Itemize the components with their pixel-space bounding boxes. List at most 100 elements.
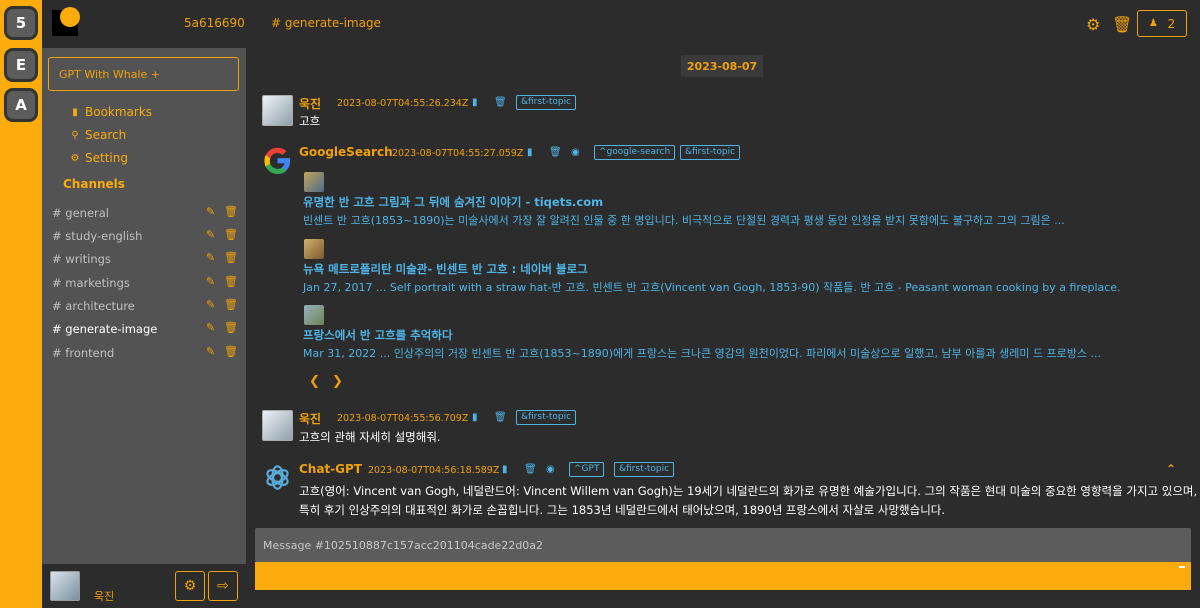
trash-icon[interactable]: 🗑 — [494, 97, 507, 108]
nav-bookmarks[interactable]: ▮ Bookmarks — [70, 105, 152, 119]
message-item: 욱진 2023-08-07T04:55:26.234Z ▮ 🗑 &first-t… — [262, 95, 1192, 129]
search-icon: ⚲ — [71, 129, 79, 141]
result-thumbnail[interactable] — [304, 172, 324, 192]
message-timestamp: 2023-08-07T04:55:26.234Z — [337, 98, 469, 109]
channel-item-general[interactable]: # general ✎ 🗑 — [52, 204, 238, 222]
minimize-icon[interactable] — [1179, 566, 1185, 568]
message-author[interactable]: GoogleSearch — [299, 145, 393, 159]
channel-header: # generate-image ⚙ 🗑 ♟ 2 — [246, 0, 1200, 48]
trash-icon[interactable]: 🗑 — [224, 298, 238, 311]
search-result-desc: 빈센트 반 고흐(1853~1890)는 미술사에서 가장 잘 알려진 인물 중… — [303, 214, 1065, 227]
edit-icon[interactable]: ✎ — [206, 345, 215, 358]
channels-title: Channels — [63, 177, 125, 191]
user-panel: 욱진 ⚙ ⇨ — [42, 564, 246, 608]
message-text: 고흐 — [299, 114, 321, 128]
bot-tag[interactable]: ^google-search — [594, 145, 676, 160]
trash-icon[interactable]: 🗑 — [224, 321, 238, 334]
channel-item-study-english[interactable]: # study-english ✎ 🗑 — [52, 227, 238, 245]
channel-item-architecture[interactable]: # architecture ✎ 🗑 — [52, 297, 238, 315]
channel-item-frontend[interactable]: # frontend ✎ 🗑 — [52, 344, 238, 362]
channel-item-writings[interactable]: # writings ✎ 🗑 — [52, 250, 238, 268]
topic-tag[interactable]: &first-topic — [516, 95, 577, 110]
avatar[interactable] — [50, 571, 80, 601]
gear-icon: ⚙ — [183, 578, 197, 594]
bookmark-icon[interactable]: ▮ — [502, 464, 508, 475]
edit-icon[interactable]: ✎ — [206, 251, 215, 264]
user-id: 5a616690 — [184, 16, 245, 30]
nav-setting[interactable]: ⚙ Setting — [70, 151, 128, 165]
edit-icon[interactable]: ✎ — [206, 298, 215, 311]
bookmark-icon[interactable]: ▮ — [472, 97, 478, 108]
message-author[interactable]: Chat-GPT — [299, 462, 362, 476]
edit-icon[interactable]: ✎ — [206, 321, 215, 334]
date-divider: 2023-08-07 — [681, 55, 763, 77]
gpt-with-whale-button[interactable]: GPT With Whale + — [48, 57, 239, 91]
trash-icon[interactable]: 🗑 — [224, 251, 238, 264]
sidebar-header: 5a616690 — [42, 0, 246, 48]
edit-icon[interactable]: ✎ — [206, 228, 215, 241]
settings-button[interactable]: ⚙ — [175, 571, 205, 601]
avatar[interactable] — [262, 95, 293, 126]
message-item: Chat-GPT 2023-08-07T04:56:18.589Z ▮ 🗑 ◉ … — [262, 462, 1197, 522]
channel-title: # generate-image — [271, 16, 381, 30]
channel-item-marketings[interactable]: # marketings ✎ 🗑 — [52, 274, 238, 292]
search-result-title[interactable]: 프랑스에서 반 고흐를 추억하다 — [303, 327, 453, 343]
app-logo-icon[interactable] — [52, 7, 80, 36]
trash-icon[interactable]: 🗑 — [524, 464, 537, 475]
search-result-title[interactable]: 뉴욕 메트로폴리탄 미술관- 빈센트 반 고흐 : 네이버 블로그 — [303, 261, 588, 277]
chevron-right-icon[interactable]: ❯ — [332, 374, 343, 389]
send-bar[interactable] — [255, 562, 1191, 590]
message-text: 고흐(영어: Vincent van Gogh, 네덜란드어: Vincent … — [299, 484, 1198, 498]
result-thumbnail[interactable] — [304, 305, 324, 325]
bookmark-icon: ▮ — [72, 106, 78, 118]
trash-icon[interactable]: 🗑 — [494, 412, 507, 423]
message-text: 고흐의 관해 자세히 설명해줘. — [299, 430, 441, 444]
message-timestamp: 2023-08-07T04:55:56.709Z — [337, 413, 469, 424]
chevron-left-icon[interactable]: ❮ — [309, 374, 320, 389]
trash-icon[interactable]: 🗑 — [549, 147, 562, 158]
search-result-desc: Mar 31, 2022 ... 인상주의의 거장 빈센트 반 고흐(1853~… — [303, 347, 1102, 360]
gear-icon[interactable]: ⚙ — [1086, 15, 1100, 34]
topic-tag[interactable]: &first-topic — [680, 145, 741, 160]
bookmark-icon[interactable]: ▮ — [472, 412, 478, 423]
chatgpt-logo-icon[interactable] — [262, 462, 293, 493]
message-timestamp: 2023-08-07T04:55:27.059Z — [392, 148, 524, 159]
nav-search[interactable]: ⚲ Search — [70, 128, 126, 142]
topic-tag[interactable]: &first-topic — [516, 410, 577, 425]
logout-button[interactable]: ⇨ — [208, 571, 238, 601]
bot-icon[interactable]: ◉ — [571, 147, 580, 158]
message-input[interactable] — [255, 528, 1191, 562]
avatar[interactable] — [262, 410, 293, 441]
server-button-a[interactable]: A — [4, 88, 38, 122]
search-result-desc: Jan 27, 2017 ... Self portrait with a st… — [303, 281, 1121, 294]
trash-icon[interactable]: 🗑 — [224, 345, 238, 358]
result-thumbnail[interactable] — [304, 239, 324, 259]
edit-icon[interactable]: ✎ — [206, 275, 215, 288]
server-rail: 5 E A — [0, 0, 42, 608]
bookmark-icon[interactable]: ▮ — [527, 147, 533, 158]
server-button-5[interactable]: 5 — [4, 6, 38, 40]
trash-icon[interactable]: 🗑 — [224, 228, 238, 241]
chevron-up-icon[interactable]: ⌃ — [1166, 462, 1176, 476]
trash-icon[interactable]: 🗑 — [1112, 15, 1132, 34]
trash-icon[interactable]: 🗑 — [224, 275, 238, 288]
channel-item-generate-image[interactable]: # generate-image ✎ 🗑 — [52, 320, 238, 338]
google-logo-icon[interactable] — [262, 145, 293, 176]
message-item: 욱진 2023-08-07T04:55:56.709Z ▮ 🗑 &first-t… — [262, 410, 1192, 444]
sidebar: 5a616690 GPT With Whale + ▮ Bookmarks ⚲ … — [42, 0, 246, 608]
message-item: GoogleSearch 2023-08-07T04:55:27.059Z ▮ … — [262, 145, 1192, 395]
bot-tag[interactable]: ^GPT — [569, 462, 605, 477]
bot-icon[interactable]: ◉ — [546, 464, 555, 475]
message-author[interactable]: 욱진 — [299, 410, 321, 427]
edit-icon[interactable]: ✎ — [206, 205, 215, 218]
user-name: 욱진 — [94, 590, 115, 603]
topic-tag[interactable]: &first-topic — [614, 462, 675, 477]
message-author[interactable]: 욱진 — [299, 95, 321, 112]
message-input-box — [255, 528, 1191, 562]
trash-icon[interactable]: 🗑 — [224, 205, 238, 218]
server-button-e[interactable]: E — [4, 48, 38, 82]
logout-icon: ⇨ — [217, 578, 229, 594]
search-result-title[interactable]: 유명한 반 고흐 그림과 그 뒤에 숨겨진 이야기 - tiqets.com — [303, 194, 603, 210]
gear-icon: ⚙ — [70, 152, 80, 164]
members-button[interactable]: ♟ 2 — [1137, 10, 1187, 37]
